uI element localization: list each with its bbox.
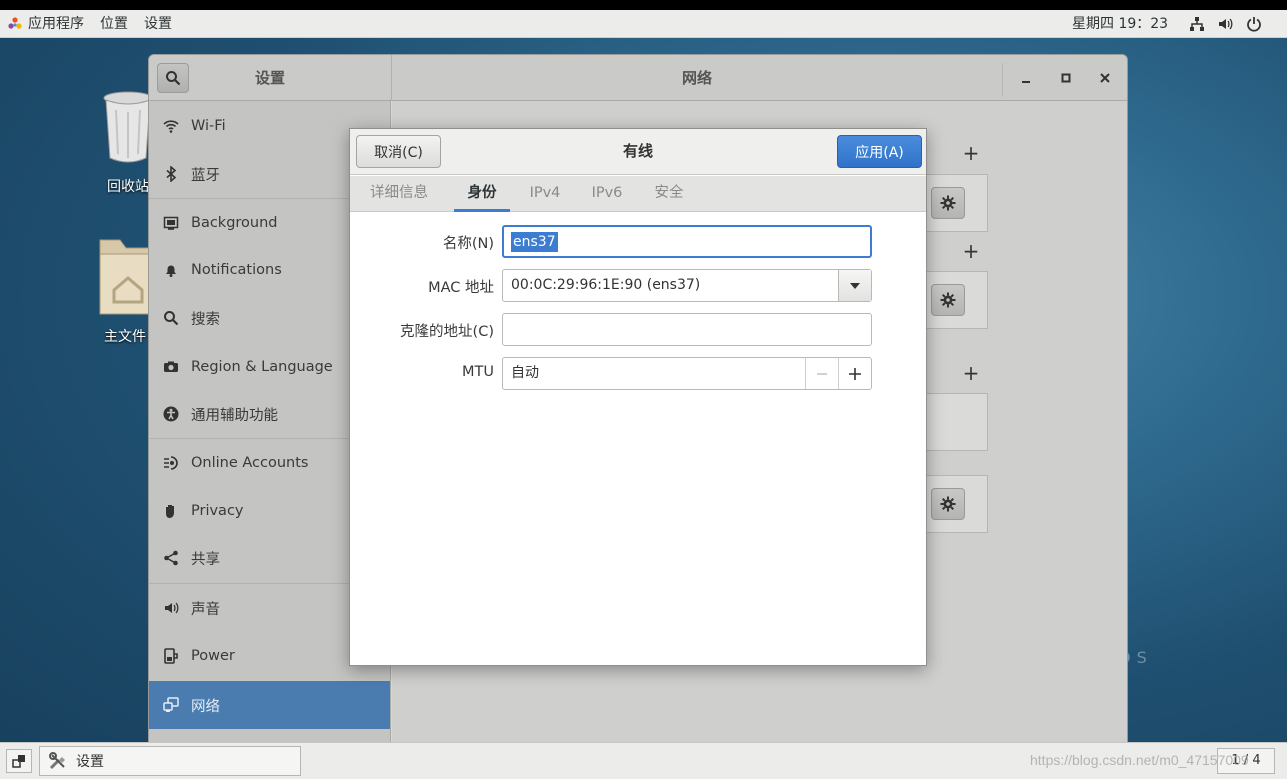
tab-details[interactable]: 详细信息 xyxy=(364,176,434,212)
tab-security[interactable]: 安全 xyxy=(648,176,690,212)
share-icon xyxy=(163,550,179,566)
name-input-selected-text: ens37 xyxy=(511,232,558,252)
minimize-icon xyxy=(1022,81,1030,83)
power-icon[interactable] xyxy=(1246,16,1262,32)
connection-settings-button[interactable] xyxy=(931,284,965,316)
settings-menu[interactable]: 设置 xyxy=(136,10,180,38)
mtu-increment-button[interactable] xyxy=(838,358,871,389)
network-card xyxy=(922,174,988,232)
search-icon xyxy=(166,71,181,86)
cancel-button[interactable]: 取消(C) xyxy=(356,135,441,168)
show-desktop-button[interactable] xyxy=(6,749,32,773)
taskbar-item-label: 设置 xyxy=(76,754,104,770)
close-icon xyxy=(1100,73,1110,83)
network-card xyxy=(922,271,988,329)
mtu-decrement-button[interactable] xyxy=(805,358,838,389)
sidebar-item-label: 声音 xyxy=(191,601,220,618)
sidebar-item-network[interactable]: 网络 xyxy=(149,681,390,729)
minimize-button[interactable] xyxy=(1015,67,1037,89)
network-card xyxy=(922,475,988,533)
mtu-value: 自动 xyxy=(511,365,539,381)
sidebar-item-label: 网络 xyxy=(191,698,220,715)
name-label: 名称(N) xyxy=(442,236,494,252)
sound-icon xyxy=(163,600,179,616)
tools-icon xyxy=(49,752,65,770)
wired-connection-dialog: 取消(C) 有线 应用(A) 详细信息 身份 IPv4 IPv6 安全 名称(N… xyxy=(349,128,927,666)
mtu-label: MTU xyxy=(462,364,494,380)
online-accounts-icon xyxy=(163,455,179,471)
dialog-header: 取消(C) 有线 应用(A) xyxy=(350,129,926,175)
gear-icon xyxy=(940,195,956,211)
bluetooth-icon xyxy=(163,166,179,182)
volume-icon[interactable] xyxy=(1217,16,1233,32)
mtu-spinbutton[interactable]: 自动 xyxy=(502,357,872,390)
tab-ipv4[interactable]: IPv4 xyxy=(524,176,566,212)
top-letterbox xyxy=(0,0,1287,10)
sidebar-item-label: 通用辅助功能 xyxy=(191,407,278,424)
camera-icon xyxy=(163,359,179,375)
dialog-tabbar: 详细信息 身份 IPv4 IPv6 安全 xyxy=(350,176,926,212)
settings-header-bar: 设置 网络 xyxy=(149,55,1127,101)
add-connection-button[interactable]: + xyxy=(961,141,981,165)
search-button[interactable] xyxy=(157,63,189,93)
cloned-address-input[interactable] xyxy=(502,313,872,346)
accessibility-icon xyxy=(163,406,179,422)
sidebar-item-label: Notifications xyxy=(191,262,282,278)
applications-menu[interactable]: 应用程序 xyxy=(0,10,92,38)
bell-icon xyxy=(163,262,179,278)
chevron-down-icon xyxy=(850,282,860,289)
connection-settings-button[interactable] xyxy=(931,488,965,520)
sidebar-item-label: 搜索 xyxy=(191,311,220,328)
mac-dropdown-button[interactable] xyxy=(838,270,871,301)
mac-address-value: 00:0C:29:96:1E:90 (ens37) xyxy=(511,277,701,293)
clock[interactable]: 星期四 19：23 xyxy=(1072,10,1168,38)
apply-button[interactable]: 应用(A) xyxy=(837,135,922,168)
connection-settings-button[interactable] xyxy=(931,187,965,219)
wifi-icon xyxy=(163,118,179,134)
gear-icon xyxy=(940,496,956,512)
sidebar-item-label: Privacy xyxy=(191,503,244,519)
watermark-text: https://blog.csdn.net/m0_47157009 xyxy=(1030,752,1249,768)
sidebar-item-label: Wi-Fi xyxy=(191,118,226,134)
sidebar-item-label: Online Accounts xyxy=(191,455,309,471)
mac-address-label: MAC 地址 xyxy=(428,280,494,296)
power-plug-icon xyxy=(163,648,179,664)
close-button[interactable] xyxy=(1094,67,1116,89)
name-input[interactable]: ens37 xyxy=(502,225,872,258)
header-separator-2 xyxy=(1002,63,1003,97)
dialog-title: 有线 xyxy=(622,142,653,160)
tab-ipv6[interactable]: IPv6 xyxy=(586,176,628,212)
network-icon xyxy=(163,697,179,713)
sidebar-item-label: Region & Language xyxy=(191,359,333,375)
taskbar-item-settings[interactable]: 设置 xyxy=(39,746,301,776)
maximize-icon xyxy=(1061,73,1071,83)
page-title: 网络 xyxy=(681,69,712,87)
applications-menu-label: 应用程序 xyxy=(28,15,84,32)
network-card xyxy=(922,393,988,451)
maximize-button[interactable] xyxy=(1055,67,1077,89)
sidebar-item-label: Power xyxy=(191,648,235,664)
sidebar-item-label: 蓝牙 xyxy=(191,167,220,184)
desktop: 应用程序 位置 设置 星期四 19：23 回收站 主文件 OS 设置 网络 Wi… xyxy=(0,0,1287,779)
mac-address-combobox[interactable]: 00:0C:29:96:1E:90 (ens37) xyxy=(502,269,872,302)
network-icon[interactable] xyxy=(1189,16,1205,32)
apps-logo-icon xyxy=(8,16,22,29)
top-panel: 应用程序 位置 设置 星期四 19：23 xyxy=(0,10,1287,38)
window-list-icon xyxy=(12,755,25,768)
background-icon xyxy=(163,215,179,231)
minus-icon xyxy=(817,372,827,375)
hand-icon xyxy=(163,503,179,519)
sidebar-item-label: Background xyxy=(191,215,278,231)
sidebar-item-label: 共享 xyxy=(191,551,220,568)
add-connection-button[interactable]: + xyxy=(961,239,981,263)
places-menu[interactable]: 位置 xyxy=(92,10,136,38)
tab-identity[interactable]: 身份 xyxy=(454,176,510,212)
cloned-address-label: 克隆的地址(C) xyxy=(400,324,494,340)
search-icon xyxy=(163,310,179,326)
plus-icon xyxy=(849,367,861,380)
add-connection-button[interactable]: + xyxy=(961,361,981,385)
gear-icon xyxy=(940,292,956,308)
